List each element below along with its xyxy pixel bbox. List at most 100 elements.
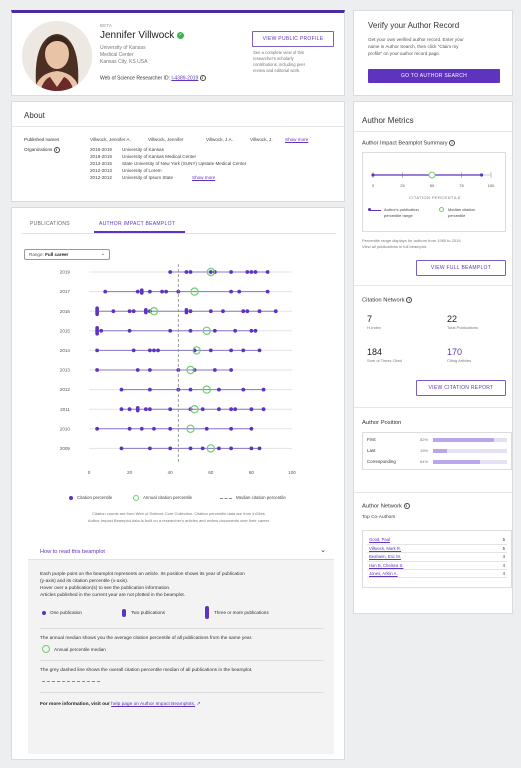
citation-point [208, 270, 213, 274]
published-name-1: Villwock, Jennifer A. [90, 137, 131, 142]
coauthor-name[interactable]: Beahaim, Eric M. [367, 552, 488, 562]
summary-range-start [371, 173, 375, 177]
organizations-info-icon[interactable]: i [53, 147, 60, 153]
citation-point [143, 407, 148, 412]
h-index-value: 7 [367, 314, 373, 324]
organization-years: 2012-2013 [90, 168, 112, 173]
howto-divider-3 [40, 692, 324, 693]
citation-point [208, 309, 213, 314]
position-percent: 82% [420, 437, 429, 442]
citation-point [257, 309, 262, 314]
coauthor-name[interactable]: Good, Paul [367, 536, 488, 545]
howto-p1-3: Hover over a publication(s) to see the p… [40, 586, 171, 591]
citation-point [257, 348, 262, 353]
citation-point [127, 426, 132, 431]
published-name-4: Villwock, J. [250, 137, 273, 142]
tab-publications[interactable]: PUBLICATIONS [30, 221, 70, 227]
citation-network-info-icon[interactable]: i [406, 297, 413, 303]
citation-point [261, 387, 266, 392]
author-position-box: First 82% Last 19% Corresponding 64% [362, 432, 512, 470]
citation-network-title-text: Citation Network [362, 297, 405, 304]
coauthor-link[interactable]: Villwock, Mark R. [369, 546, 401, 551]
citation-point [217, 407, 221, 412]
citation-point [127, 328, 132, 333]
position-bar-fill [433, 437, 494, 442]
citing-articles-label: Citing Articles [447, 358, 472, 363]
coauthors-box: Good, Paul 5 Villwock, Mark R. 5 Beahaim, Er… [362, 530, 512, 588]
howto-p3: The grey dashed line shows the overall c… [40, 668, 253, 673]
researcher-id-link[interactable]: I-4389-2019 [171, 75, 198, 81]
coauthor-name[interactable]: Villwock, Mark R. [367, 544, 488, 554]
published-names-label: Published names [24, 137, 60, 142]
view-citation-report-button[interactable]: VIEW CITATION REPORT [416, 380, 506, 396]
public-profile-desc-3: contributions, including peer [253, 62, 306, 67]
x-tick-label: 80 [249, 470, 255, 475]
citation-point [245, 309, 250, 314]
organization-years: 2016-2019 [90, 147, 112, 152]
total-pubs-value: 22 [447, 314, 458, 324]
year-label: 2014 [60, 348, 71, 353]
citation-point [156, 348, 160, 353]
coauthor-link[interactable]: Jones, Arklin A. [369, 571, 398, 576]
coauthor-link[interactable]: Han B, Chelsea S. [369, 563, 403, 568]
affiliation-line-3: Kansas City, KS USA [100, 59, 148, 65]
position-percent: 19% [420, 448, 429, 453]
citation-point [139, 426, 144, 431]
year-label: 2010 [60, 426, 71, 431]
citation-point [212, 368, 217, 372]
citation-point [229, 368, 234, 372]
legend-median-percentile: Median citation percentile [236, 495, 286, 500]
metrics-divider-2 [354, 285, 512, 286]
summary-range-end [479, 173, 484, 177]
range-select[interactable]: Range: Full career ⌄ [24, 249, 110, 260]
year-label: 2017 [60, 289, 71, 294]
howto-header[interactable]: How to read this beamplot ⌄ [28, 544, 334, 560]
beamplot-card: PUBLICATIONS AUTHOR IMPACT BEAMPLOT Rang… [11, 207, 345, 760]
tab-author-impact-beamplot[interactable]: AUTHOR IMPACT BEAMPLOT [99, 221, 175, 227]
citation-point [164, 289, 169, 294]
beta-label: BETA [100, 23, 113, 28]
beam-summary-box: 0 25 50 75 100 CITATION PERCENTILE Author's … [362, 152, 506, 232]
citation-point [237, 289, 242, 294]
coauthor-link[interactable]: Good, Paul [369, 537, 390, 542]
x-tick-label: 0 [88, 470, 91, 475]
howto-p1-2: (y-axis) and its citation percentile (x-… [40, 579, 129, 584]
citation-point [249, 407, 254, 412]
howto-help-link[interactable]: help page on Author Impact Beamplots. [111, 702, 195, 707]
citation-network-title: Citation Network i [362, 297, 413, 304]
citation-point [241, 348, 246, 353]
author-network-title: Author Network i [362, 503, 410, 510]
verify-desc-1: Get your own verified author record. Ent… [368, 37, 464, 42]
year-label: 2015 [60, 328, 71, 333]
external-link-icon[interactable]: ↗ [197, 702, 201, 707]
citation-point [135, 289, 140, 294]
public-profile-desc-2: researcher's scholarly [253, 56, 294, 61]
times-cited-value: 184 [367, 347, 383, 357]
organizations-show-more-link[interactable]: Show more [192, 175, 215, 180]
summary-note-1: Percentile range displays for authors fr… [362, 238, 462, 243]
coauthor-count: 4 [487, 569, 507, 579]
view-public-profile-button[interactable]: VIEW PUBLIC PROFILE [252, 31, 334, 47]
author-network-info-icon[interactable]: i [403, 503, 410, 509]
citation-point [95, 348, 100, 353]
summary-tick-label: 25 [400, 183, 405, 188]
verify-title: Verify your Author Record [368, 21, 460, 30]
coauthor-name[interactable]: Jones, Arklin A. [367, 569, 488, 579]
year-label: 2016 [60, 309, 71, 314]
legend-range-2: percentile range [384, 213, 413, 218]
coauthor-name[interactable]: Han B, Chelsea S. [367, 561, 488, 571]
coauthor-row: Good, Paul 5 [367, 536, 507, 545]
coauthor-link[interactable]: Beahaim, Eric M. [369, 554, 401, 559]
citation-point [273, 309, 278, 314]
beam-summary-info-icon[interactable]: i [449, 140, 456, 146]
public-profile-desc-4: review and editorial work. [253, 68, 301, 73]
researcher-id-info-icon[interactable]: i [199, 75, 206, 81]
legend-range-1: Author's publication [384, 207, 419, 212]
view-full-beamplot-button[interactable]: VIEW FULL BEAMPLOT [416, 260, 506, 276]
coauthor-count: 4 [487, 552, 507, 562]
citation-point [148, 446, 152, 451]
go-to-author-search-button[interactable]: GO TO AUTHOR SEARCH [368, 69, 500, 83]
metrics-divider-4 [354, 492, 512, 493]
names-show-more-link[interactable]: Show more [285, 137, 308, 142]
citing-articles-value[interactable]: 170 [447, 347, 462, 357]
